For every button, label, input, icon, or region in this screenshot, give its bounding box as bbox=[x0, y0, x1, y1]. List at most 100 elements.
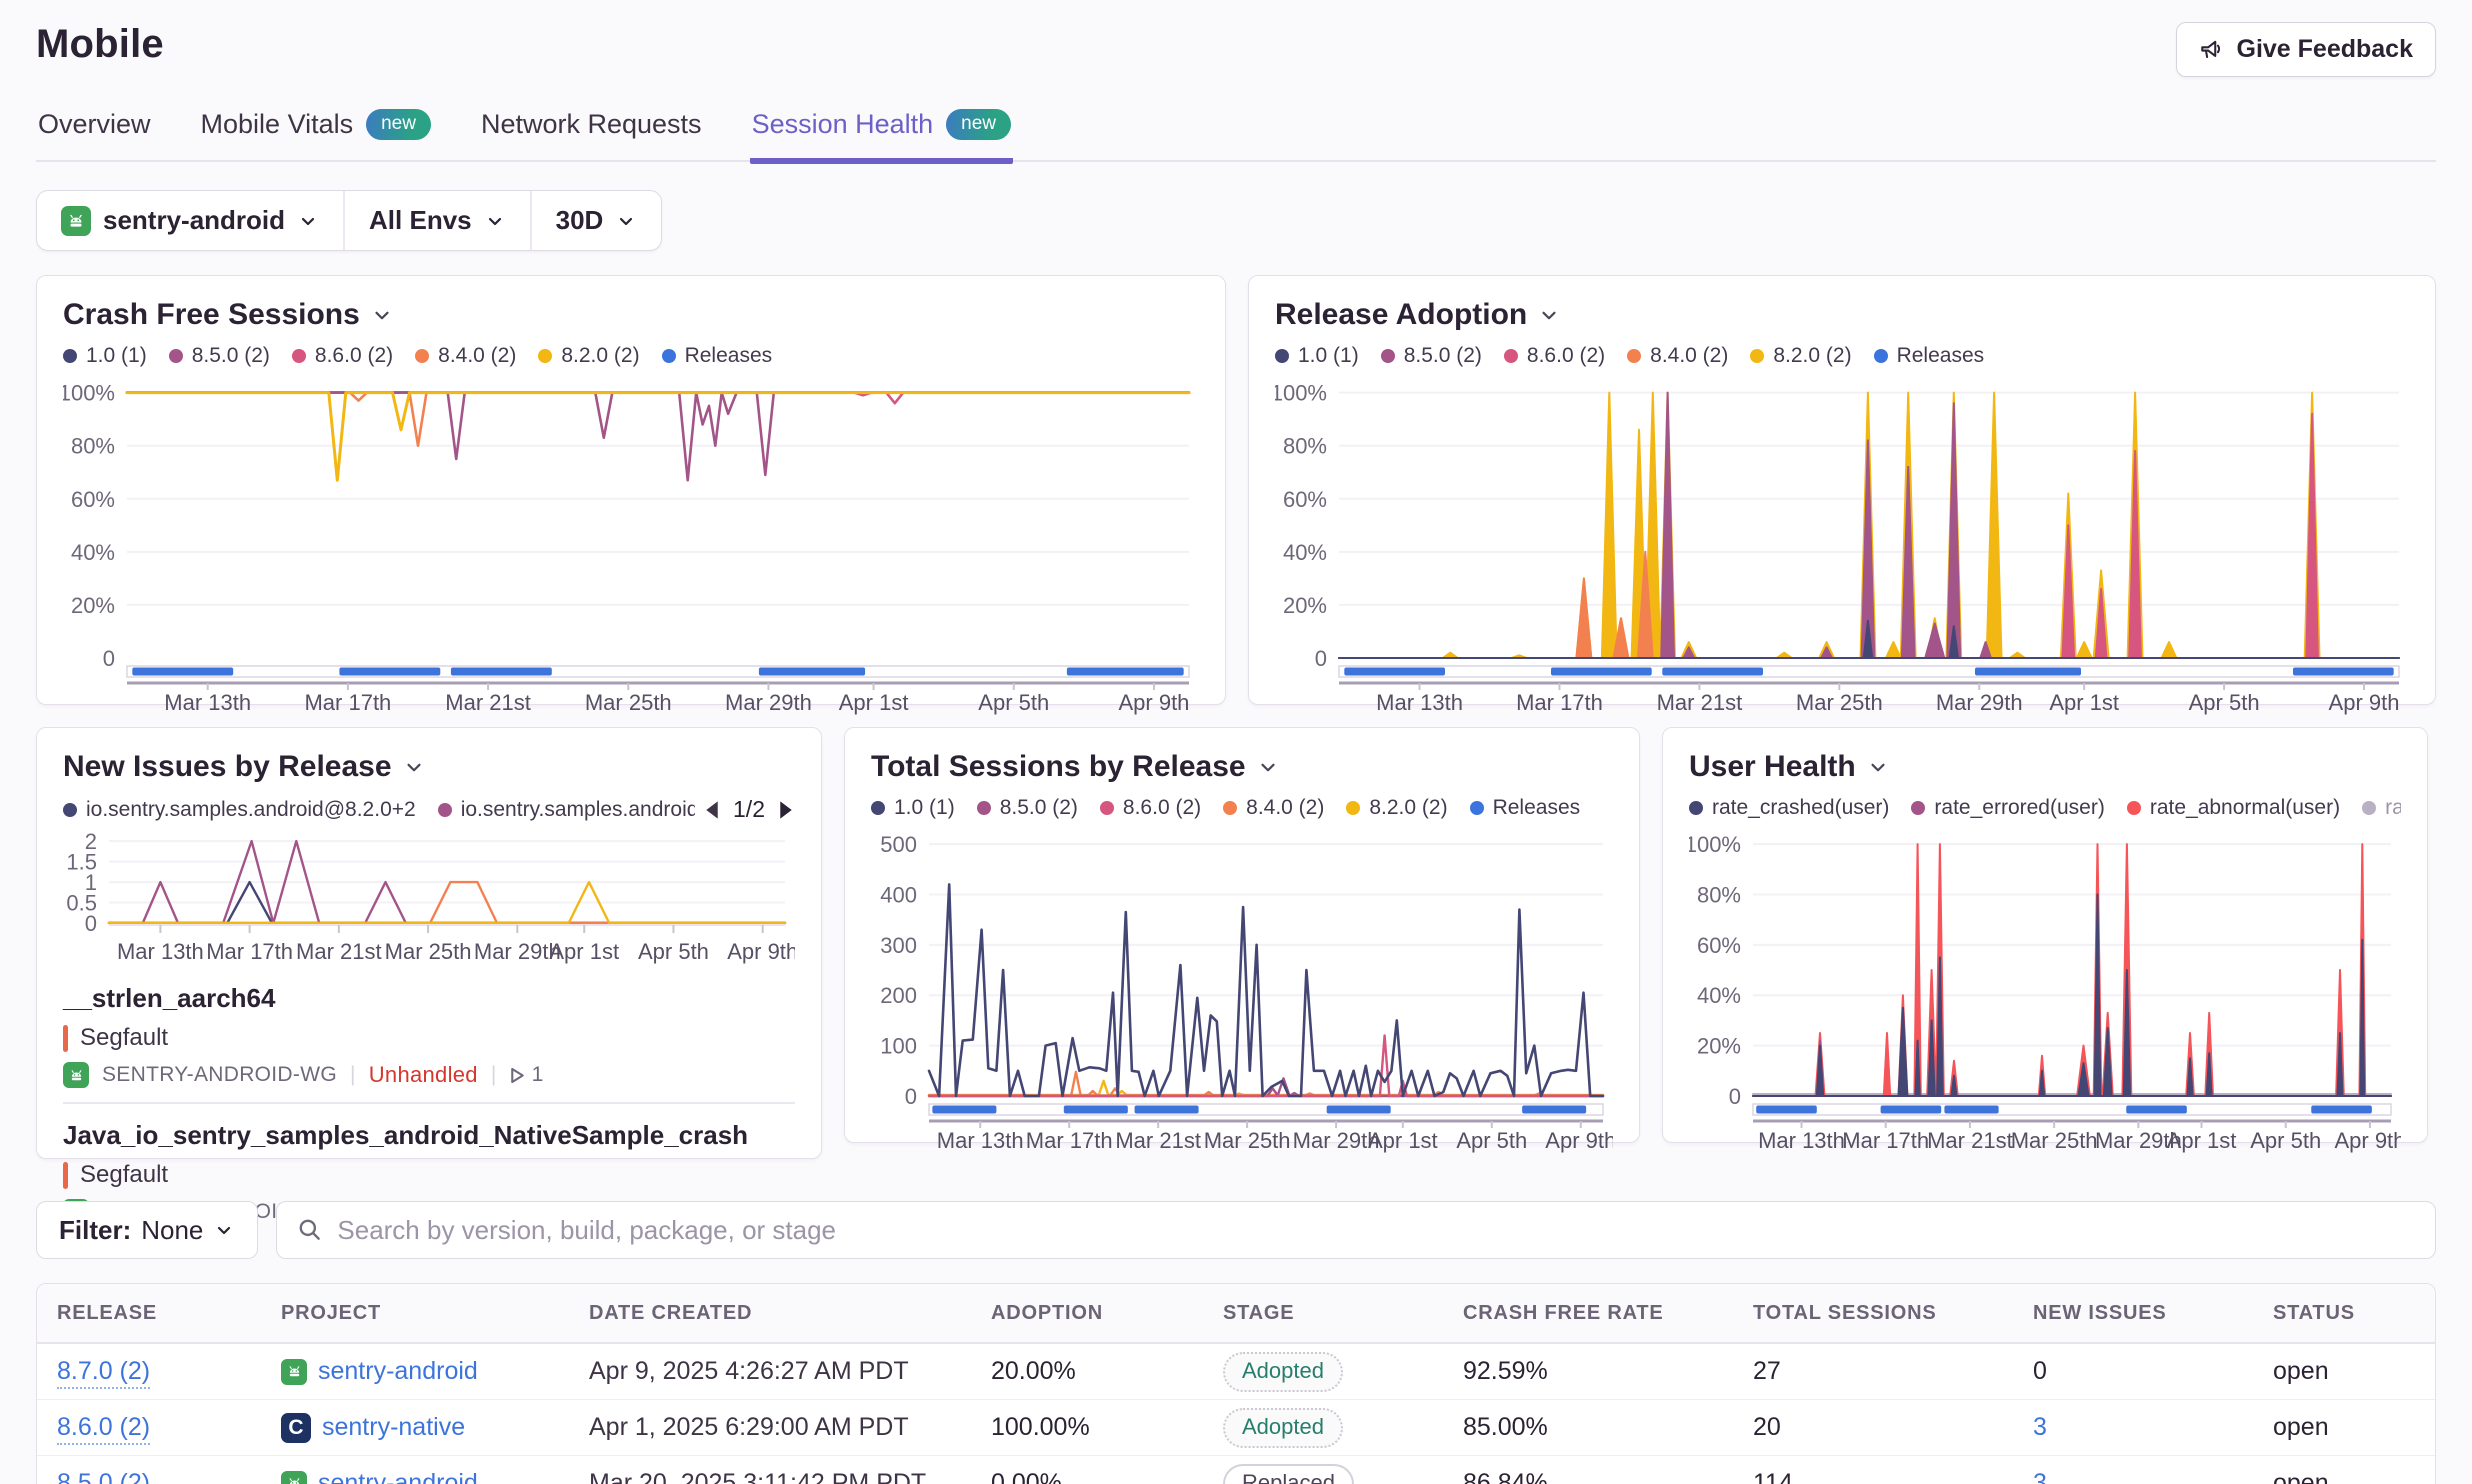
status-cell: open bbox=[2253, 1469, 2435, 1484]
issue-project-slug: SENTRY-ANDROID-WG bbox=[102, 1063, 337, 1087]
legend-item[interactable]: 8.6.0 (2) bbox=[1100, 796, 1201, 820]
new-issues-chart[interactable]: 00.511.52Mar 13thMar 17thMar 21stMar 25t… bbox=[63, 825, 795, 967]
legend-dot-icon bbox=[1911, 801, 1925, 815]
legend-label: 8.4.0 (2) bbox=[438, 344, 516, 368]
tab-overview[interactable]: Overview bbox=[36, 109, 153, 164]
new-issues-legend: io.sentry.samples.android@8.2.0+2 io.sent… bbox=[63, 798, 695, 822]
chevron-down-icon[interactable] bbox=[1256, 755, 1280, 779]
date-created-cell: Apr 1, 2025 6:29:00 AM PDT bbox=[569, 1413, 971, 1442]
release-adoption-chart[interactable]: 020%40%60%80%100%Mar 13thMar 17thMar 21s… bbox=[1275, 372, 2409, 718]
legend-label: 8.5.0 (2) bbox=[1000, 796, 1078, 820]
legend-dot-icon bbox=[1470, 801, 1484, 815]
svg-text:Mar 25th: Mar 25th bbox=[1204, 1128, 1291, 1153]
legend-item[interactable]: 8.4.0 (2) bbox=[1627, 344, 1728, 368]
adoption-cell: 0.00% bbox=[971, 1469, 1203, 1484]
legend-item[interactable]: io.sentry.samples.android@8.2.0+2 bbox=[63, 798, 416, 822]
release-link[interactable]: 8.5.0 (2) bbox=[57, 1469, 150, 1484]
svg-text:Mar 25th: Mar 25th bbox=[385, 939, 472, 964]
tab-network-requests[interactable]: Network Requests bbox=[479, 109, 704, 164]
legend-item[interactable]: 1.0 (1) bbox=[871, 796, 955, 820]
svg-text:60%: 60% bbox=[1283, 487, 1327, 512]
project-link[interactable]: sentry-android bbox=[318, 1357, 478, 1386]
tab-mobile-vitals[interactable]: Mobile Vitals new bbox=[199, 109, 433, 164]
release-search-input[interactable] bbox=[337, 1202, 2415, 1258]
svg-text:40%: 40% bbox=[1697, 983, 1741, 1008]
unhandled-tag: Unhandled bbox=[369, 1062, 478, 1088]
chevron-down-icon bbox=[213, 1219, 235, 1241]
legend-item[interactable]: Releases bbox=[1470, 796, 1581, 820]
release-link[interactable]: 8.6.0 (2) bbox=[57, 1413, 150, 1445]
legend-item[interactable]: 8.2.0 (2) bbox=[538, 344, 639, 368]
legend-dot-icon bbox=[1689, 801, 1703, 815]
user-health-panel: User Health rate_crashed(user)rate_error… bbox=[1662, 727, 2428, 1143]
chevron-down-icon[interactable] bbox=[1537, 303, 1561, 327]
legend-label: rate_healthy(user) bbox=[2385, 796, 2401, 820]
user-health-chart[interactable]: 020%40%60%80%100%Mar 13thMar 17thMar 21s… bbox=[1689, 824, 2401, 1156]
legend-item[interactable]: io.sentry.samples.android@8.4.0+2 bbox=[438, 798, 695, 822]
new-badge: new bbox=[946, 109, 1011, 140]
legend-item[interactable]: 1.0 (1) bbox=[63, 344, 147, 368]
legend-dot-icon bbox=[1874, 349, 1888, 363]
legend-label: 8.4.0 (2) bbox=[1246, 796, 1324, 820]
legend-label: io.sentry.samples.android@8.2.0+2 bbox=[86, 798, 416, 822]
android-icon bbox=[63, 1062, 89, 1088]
svg-text:Apr 9th: Apr 9th bbox=[1118, 690, 1189, 715]
legend-item[interactable]: 1.0 (1) bbox=[1275, 344, 1359, 368]
legend-item[interactable]: 8.4.0 (2) bbox=[1223, 796, 1324, 820]
give-feedback-button[interactable]: Give Feedback bbox=[2176, 22, 2436, 77]
svg-text:20%: 20% bbox=[71, 593, 115, 618]
chevron-down-icon[interactable] bbox=[1866, 755, 1890, 779]
legend-item[interactable]: Releases bbox=[662, 344, 773, 368]
svg-text:Mar 21st: Mar 21st bbox=[1657, 690, 1743, 715]
chevron-down-icon[interactable] bbox=[402, 755, 426, 779]
svg-text:400: 400 bbox=[880, 882, 917, 907]
releases-table: RELEASE PROJECT DATE CREATED ADOPTION ST… bbox=[36, 1283, 2436, 1484]
legend-item[interactable]: 8.6.0 (2) bbox=[1504, 344, 1605, 368]
legend-item[interactable]: rate_crashed(user) bbox=[1689, 796, 1889, 820]
svg-text:Mar 17th: Mar 17th bbox=[206, 939, 293, 964]
page-filter-group: sentry-android All Envs 30D bbox=[36, 190, 662, 251]
environment-selector[interactable]: All Envs bbox=[343, 191, 530, 250]
issue-title-link[interactable]: __strlen_aarch64 bbox=[63, 983, 795, 1014]
svg-text:80%: 80% bbox=[1283, 434, 1327, 459]
svg-text:Mar 21st: Mar 21st bbox=[1115, 1128, 1201, 1153]
legend-dot-icon bbox=[1346, 801, 1360, 815]
legend-item[interactable]: rate_healthy(user) bbox=[2362, 796, 2401, 820]
legend-dot-icon bbox=[1100, 801, 1114, 815]
legend-item[interactable]: rate_abnormal(user) bbox=[2127, 796, 2340, 820]
svg-text:200: 200 bbox=[880, 983, 917, 1008]
svg-text:Mar 21st: Mar 21st bbox=[1927, 1128, 2013, 1153]
crash-free-sessions-chart[interactable]: 020%40%60%80%100%Mar 13thMar 17thMar 21s… bbox=[63, 372, 1199, 718]
project-link[interactable]: sentry-android bbox=[318, 1469, 478, 1484]
next-page-icon[interactable] bbox=[777, 800, 795, 820]
legend-item[interactable]: 8.4.0 (2) bbox=[415, 344, 516, 368]
legend-item[interactable]: 8.5.0 (2) bbox=[977, 796, 1078, 820]
new-issues-link[interactable]: 3 bbox=[2033, 1413, 2047, 1441]
release-link[interactable]: 8.7.0 (2) bbox=[57, 1357, 150, 1389]
issue-title-link[interactable]: Java_io_sentry_samples_android_NativeSam… bbox=[63, 1120, 795, 1151]
project-link[interactable]: sentry-native bbox=[322, 1413, 465, 1442]
project-selector[interactable]: sentry-android bbox=[37, 191, 343, 250]
legend-item[interactable]: 8.2.0 (2) bbox=[1750, 344, 1851, 368]
tab-mobile-vitals-label: Mobile Vitals bbox=[201, 109, 354, 140]
col-new-issues: NEW ISSUES bbox=[2013, 1302, 2253, 1325]
svg-text:80%: 80% bbox=[71, 434, 115, 459]
new-issues-link[interactable]: 3 bbox=[2033, 1469, 2047, 1484]
legend-item[interactable]: 8.5.0 (2) bbox=[1381, 344, 1482, 368]
legend-item[interactable]: 8.5.0 (2) bbox=[169, 344, 270, 368]
legend-label: 1.0 (1) bbox=[894, 796, 955, 820]
legend-item[interactable]: 8.6.0 (2) bbox=[292, 344, 393, 368]
date-range-selector[interactable]: 30D bbox=[530, 191, 662, 250]
svg-text:500: 500 bbox=[880, 832, 917, 857]
legend-item[interactable]: rate_errored(user) bbox=[1911, 796, 2104, 820]
legend-item[interactable]: 8.2.0 (2) bbox=[1346, 796, 1447, 820]
total-sessions-chart[interactable]: 0100200300400500Mar 13thMar 17thMar 21st… bbox=[871, 824, 1613, 1156]
chevron-down-icon[interactable] bbox=[370, 303, 394, 327]
chevron-down-icon bbox=[615, 210, 637, 232]
adoption-cell: 20.00% bbox=[971, 1357, 1203, 1386]
tab-session-health[interactable]: Session Health new bbox=[750, 109, 1013, 164]
filter-button[interactable]: Filter: None bbox=[36, 1201, 258, 1259]
legend-item[interactable]: Releases bbox=[1874, 344, 1985, 368]
environment-selector-value: All Envs bbox=[369, 205, 472, 236]
prev-page-icon[interactable] bbox=[703, 800, 721, 820]
